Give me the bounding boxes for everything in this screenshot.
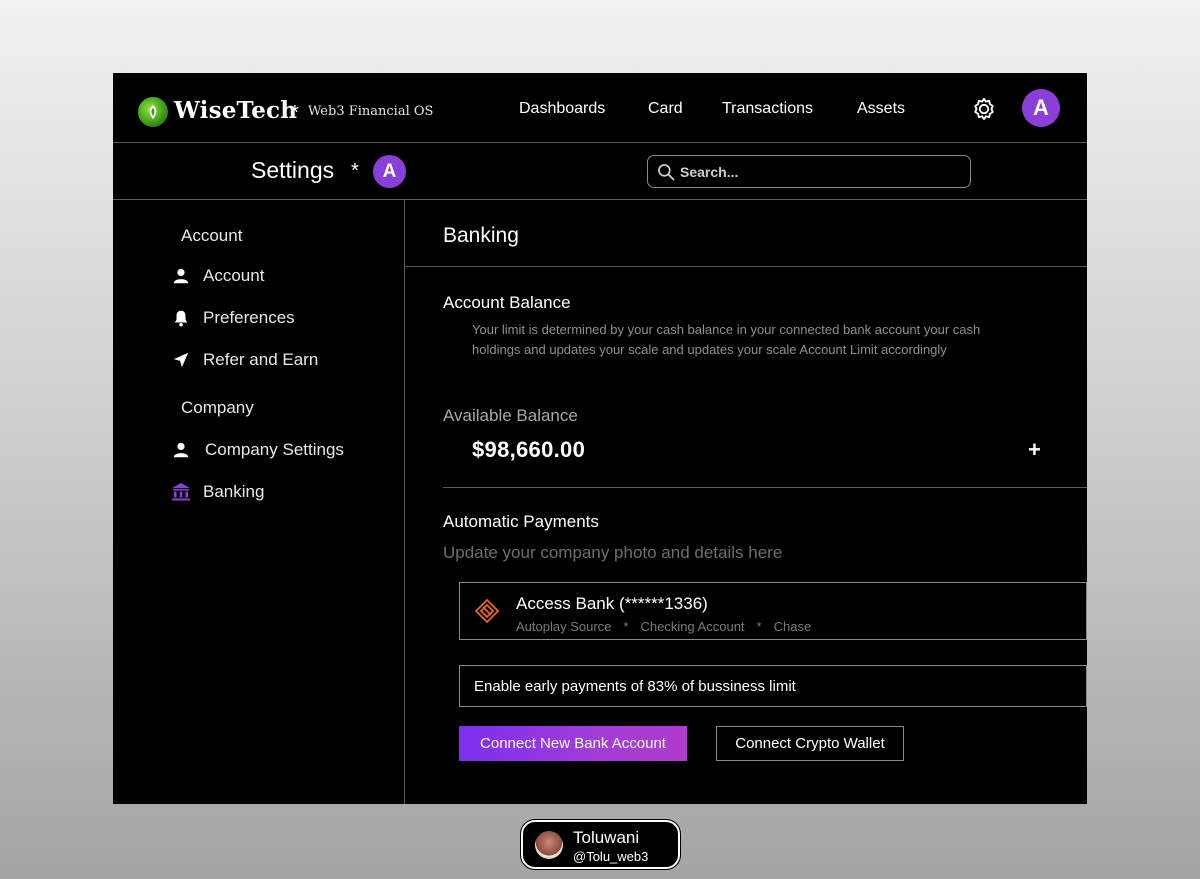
- author-credit-badge: Toluwani @Tolu_web3: [520, 819, 681, 870]
- connect-bank-account-button[interactable]: Connect New Bank Account: [459, 726, 687, 761]
- sidebar-item-banking[interactable]: Banking: [171, 479, 264, 505]
- meta-separator: *: [623, 619, 629, 634]
- content-title: Banking: [443, 224, 519, 247]
- sidebar-item-label: Refer and Earn: [203, 350, 319, 369]
- search-box[interactable]: [647, 155, 971, 188]
- sidebar-item-preferences[interactable]: Preferences: [171, 305, 295, 331]
- sidebar-item-label: Company Settings: [205, 440, 344, 459]
- gear-icon[interactable]: [970, 95, 998, 123]
- nav-assets[interactable]: Assets: [857, 100, 905, 118]
- author-name: Toluwani: [573, 828, 640, 847]
- user-icon: [171, 440, 191, 460]
- bank-account-card[interactable]: Access Bank (******1336) Autoplay Source…: [459, 582, 1087, 640]
- bank-icon: [171, 482, 191, 502]
- bell-icon: [171, 308, 191, 328]
- banking-panel: Banking Account Balance Your limit is de…: [406, 200, 1087, 804]
- meta-separator: *: [756, 619, 762, 634]
- bank-account-type: Checking Account: [640, 619, 745, 634]
- send-icon: [171, 350, 191, 370]
- top-navbar: WiseTech * Web3 Financial OS Dashboards …: [113, 73, 1087, 143]
- access-bank-logo-icon: [474, 598, 500, 624]
- user-avatar[interactable]: A: [1022, 89, 1060, 127]
- section-divider: [443, 487, 1087, 488]
- sidebar-item-label: Account: [203, 266, 265, 285]
- author-handle: @Tolu_web3: [573, 849, 649, 864]
- brand-name[interactable]: WiseTech: [174, 97, 297, 124]
- brand-separator: *: [291, 102, 299, 124]
- automatic-payments-title: Automatic Payments: [443, 512, 599, 531]
- title-separator: *: [351, 160, 359, 182]
- author-avatar: [535, 831, 563, 859]
- settings-avatar[interactable]: A: [373, 155, 406, 188]
- sidebar-heading-company: Company: [181, 398, 254, 417]
- sidebar-item-company-settings[interactable]: Company Settings: [171, 437, 344, 463]
- settings-sidebar: Account Account Preferences Refer and Ea…: [113, 200, 405, 804]
- search-icon: [658, 163, 675, 180]
- sidebar-item-label: Preferences: [203, 308, 295, 327]
- nav-transactions[interactable]: Transactions: [722, 100, 813, 118]
- nav-card[interactable]: Card: [648, 100, 683, 118]
- connect-crypto-wallet-button[interactable]: Connect Crypto Wallet: [716, 726, 904, 761]
- bank-meta: Autoplay Source * Checking Account * Cha…: [516, 619, 811, 634]
- content-header: Banking: [406, 200, 1087, 267]
- page-title: Settings: [251, 157, 335, 183]
- available-balance-label: Available Balance: [443, 406, 578, 425]
- sidebar-item-refer-and-earn[interactable]: Refer and Earn: [171, 347, 318, 373]
- early-payments-option[interactable]: Enable early payments of 83% of bussines…: [459, 665, 1087, 707]
- brand-tagline: Web3 Financial OS: [308, 104, 434, 119]
- account-balance-description: Your limit is determined by your cash ba…: [472, 322, 981, 357]
- bank-name: Access Bank (******1336): [516, 594, 708, 613]
- wisetech-logo-icon[interactable]: [138, 97, 168, 127]
- app-window: WiseTech * Web3 Financial OS Dashboards …: [113, 73, 1087, 804]
- automatic-payments-description: Update your company photo and details he…: [443, 543, 783, 562]
- nav-dashboards[interactable]: Dashboards: [519, 100, 605, 118]
- sidebar-item-account[interactable]: Account: [171, 263, 264, 289]
- user-icon: [171, 266, 191, 286]
- available-balance-amount: $98,660.00: [472, 437, 586, 462]
- bank-source: Autoplay Source: [516, 619, 612, 634]
- account-balance-title: Account Balance: [443, 293, 571, 312]
- add-funds-button[interactable]: +: [1028, 437, 1041, 463]
- sidebar-item-label: Banking: [203, 482, 265, 501]
- sidebar-heading-account: Account: [181, 226, 243, 245]
- settings-header: Settings * A: [113, 143, 1087, 200]
- bank-provider: Chase: [773, 619, 812, 634]
- search-input[interactable]: [680, 163, 960, 180]
